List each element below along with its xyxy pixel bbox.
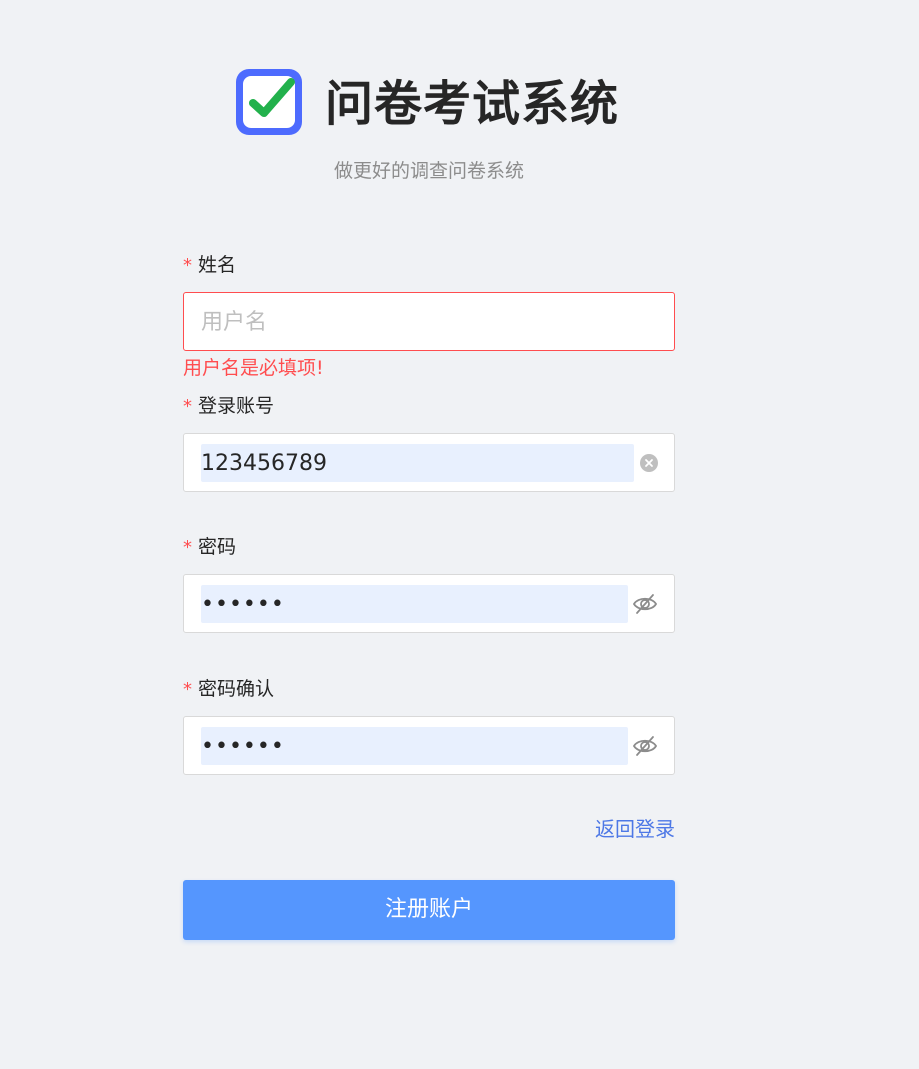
password-confirm-field[interactable] xyxy=(183,716,675,775)
eye-hidden-icon[interactable] xyxy=(632,734,658,758)
clear-icon[interactable] xyxy=(640,454,658,472)
name-input[interactable] xyxy=(201,303,659,341)
eye-hidden-icon[interactable] xyxy=(632,592,658,616)
account-input[interactable] xyxy=(201,444,634,482)
password-confirm-input[interactable] xyxy=(201,727,628,765)
account-field[interactable] xyxy=(183,433,675,492)
checkbox-logo-icon xyxy=(236,69,302,135)
name-error-message: 用户名是必填项! xyxy=(183,357,324,379)
account-label: * 登录账号 xyxy=(183,395,275,417)
password-confirm-label: * 密码确认 xyxy=(183,678,275,700)
required-mark: * xyxy=(183,679,192,700)
required-mark: * xyxy=(183,255,192,276)
required-mark: * xyxy=(183,396,192,417)
app-subtitle: 做更好的调查问卷系统 xyxy=(333,160,524,182)
password-input[interactable] xyxy=(201,585,628,623)
register-page: 问卷考试系统 做更好的调查问卷系统 *姓名 用户名是必填项! *登录账号 *密码 xyxy=(0,0,919,1069)
required-mark: * xyxy=(183,537,192,558)
password-field[interactable] xyxy=(183,574,675,633)
brand-header: 问卷考试系统 xyxy=(0,68,919,138)
check-mark-icon xyxy=(249,78,295,117)
back-to-login-link[interactable]: 返回登录 xyxy=(595,814,675,844)
password-label: * 密码 xyxy=(183,536,237,558)
register-button[interactable]: 注册账户 xyxy=(183,880,675,940)
name-field[interactable] xyxy=(183,292,675,351)
name-label: * 姓名 xyxy=(183,254,237,276)
app-title: 问卷考试系统 xyxy=(325,76,620,132)
